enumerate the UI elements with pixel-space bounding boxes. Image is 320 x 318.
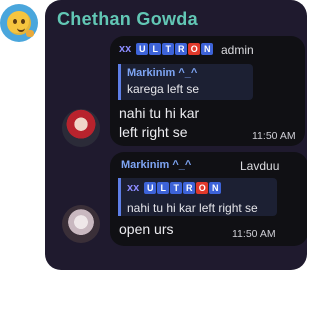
message-time: 11:50 AM [252,130,296,142]
chat-card: Chethan Gowda xx U L T R O N admin Marki… [45,0,307,270]
message-text: nahi tu hi kar left right se [119,104,199,142]
thinking-face-icon [7,11,34,37]
reply-preview[interactable]: Markinim ^_^ karega left se [118,64,253,100]
message-bubble[interactable]: xx U L T R O N admin Markinim ^_^ karega… [110,36,305,146]
ultron-badge: xx U L T R O N [119,43,214,55]
message-bubble[interactable]: Markinim ^_^ Lavduu xx U L T R O N nahi … [110,152,307,246]
badge-letter: T [162,43,175,55]
badge-letter: U [136,43,149,55]
sender-role: admin [221,43,254,57]
reply-preview[interactable]: xx U L T R O N nahi tu hi kar left right… [118,178,277,216]
chat-avatar[interactable] [0,4,38,42]
badge-letter: T [170,182,183,194]
message-line: nahi tu hi kar [119,105,200,121]
message-time: 11:50 AM [232,228,276,240]
message-line: left right se [119,124,188,140]
chat-title[interactable]: Chethan Gowda [57,9,198,30]
sender-avatar[interactable] [62,205,100,243]
message-text: open urs [119,221,174,237]
sender-role: Lavduu [240,159,280,173]
sender-avatar[interactable] [62,109,100,147]
reply-text: karega left se [127,82,200,96]
badge-prefix: xx [127,182,140,194]
ultron-badge: xx U L T R O N [127,182,222,194]
badge-letter: R [175,43,188,55]
badge-prefix: xx [119,43,132,55]
reply-text: nahi tu hi kar left right se [127,201,258,215]
badge-letter: N [209,182,222,194]
badge-letter: R [183,182,196,194]
reply-sender: Markinim ^_^ [127,67,198,79]
badge-letter: U [144,182,157,194]
badge-letter: L [157,182,170,194]
badge-letter: O [196,182,209,194]
sender-name[interactable]: Markinim ^_^ [121,159,191,171]
badge-letter: N [201,43,214,55]
badge-letter: O [188,43,201,55]
badge-letter: L [149,43,162,55]
